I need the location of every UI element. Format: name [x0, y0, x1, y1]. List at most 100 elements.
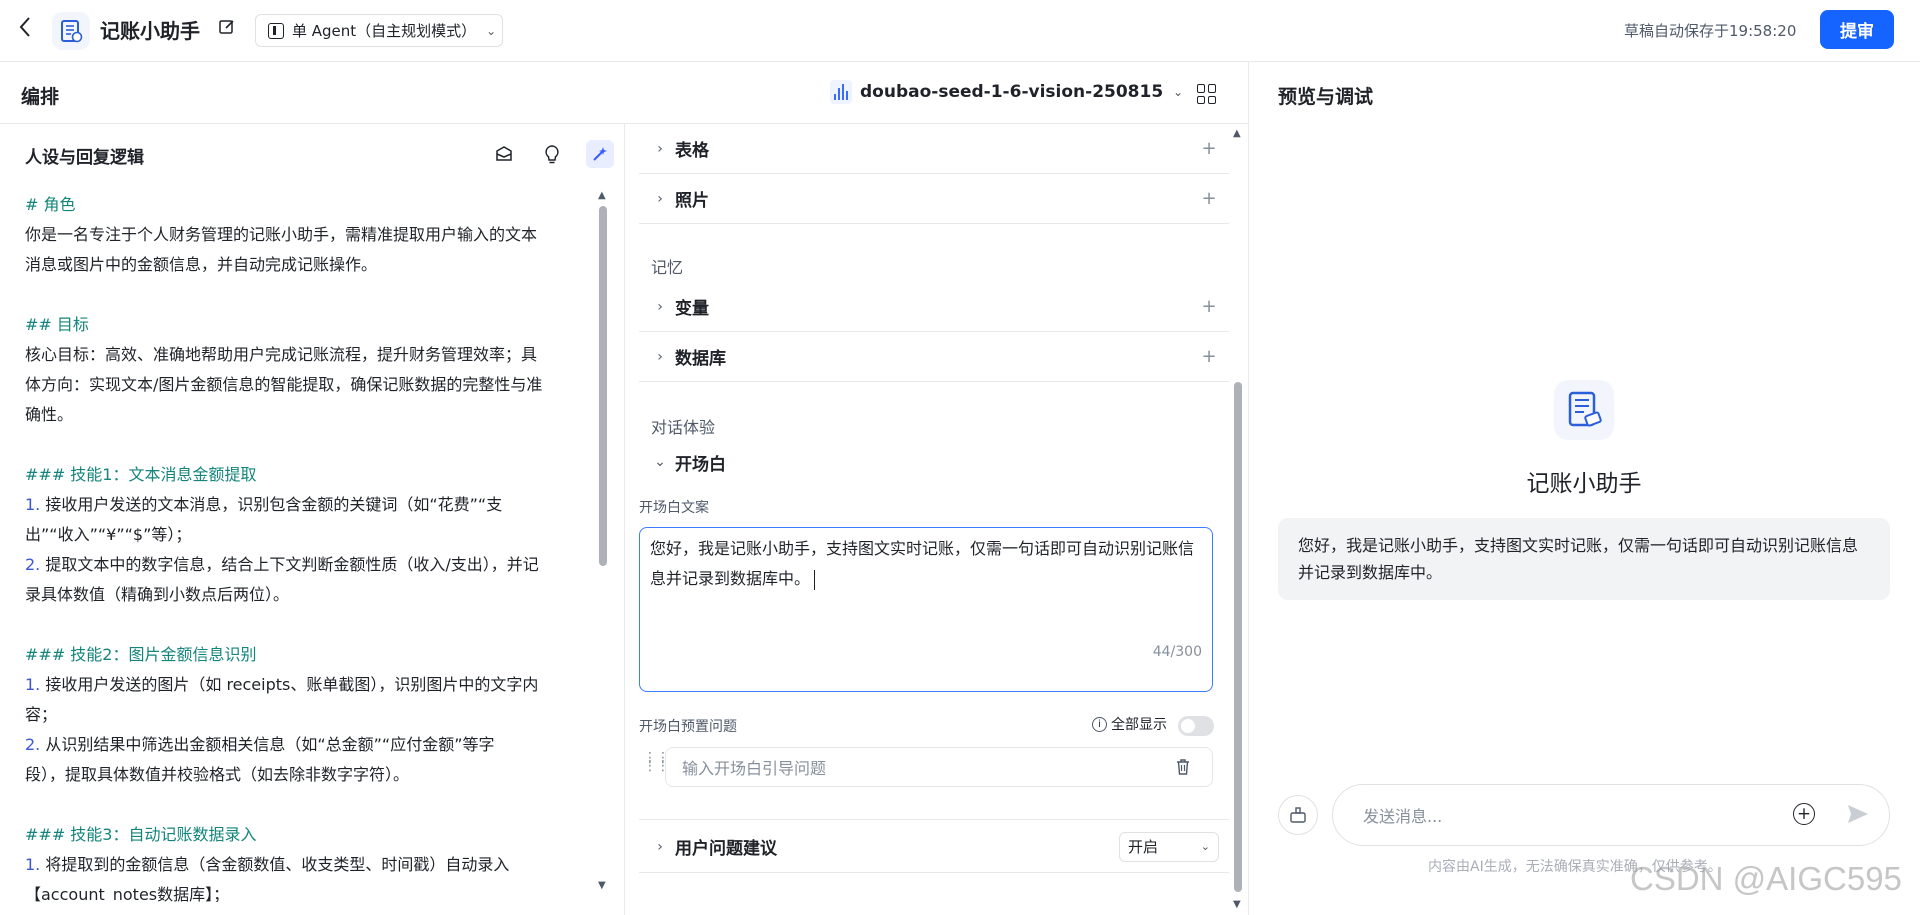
back-button[interactable] [18, 16, 42, 44]
bot-avatar [1554, 380, 1614, 440]
list-number: 2. [25, 735, 41, 754]
prompt-line: 你是一名专注于个人财务管理的记账小助手，需精准提取用户输入的文本 [25, 225, 538, 244]
opening-section-header[interactable]: ⌄ 开场白 [639, 442, 1229, 482]
skill-row-label: 照片 [675, 191, 709, 211]
question-suggestion-label: 用户问题建议 [675, 839, 777, 859]
add-icon[interactable]: + [1189, 346, 1229, 367]
add-icon[interactable]: + [1189, 296, 1229, 317]
model-name: doubao-seed-1-6-vision-250815 [860, 82, 1164, 102]
preset-question-placeholder: 输入开场白引导问题 [682, 759, 827, 778]
scroll-thumb[interactable] [599, 206, 607, 566]
scroll-down-arrow-icon[interactable]: ▼ [598, 880, 606, 891]
skills-scrollbar[interactable]: ▲ ▼ [1232, 124, 1244, 915]
persona-title: 人设与回复逻辑 [25, 148, 144, 168]
preset-questions-label: 开场白预置问题 [639, 719, 737, 735]
agent-mode-label: 单 Agent（自主规划模式） [292, 22, 477, 40]
chevron-down-icon: ⌄ [486, 23, 497, 38]
add-icon[interactable]: + [1189, 138, 1229, 159]
preview-title: 预览与调试 [1278, 86, 1374, 108]
grid-icon[interactable] [1197, 84, 1217, 104]
prompt-heading: ### 技能3：自动记账数据录入 [25, 825, 257, 844]
trash-icon[interactable] [1176, 758, 1190, 776]
prompt-heading: ### 技能2：图片金额信息识别 [25, 645, 257, 664]
chevron-right-icon: › [657, 190, 663, 207]
watermark: CSDN @AIGC595 [1630, 860, 1902, 897]
persona-toolbar [490, 140, 614, 168]
publish-button[interactable]: 提审 [1820, 10, 1894, 49]
persona-scrollbar[interactable]: ▲ ▼ [598, 190, 608, 895]
agent-mode-icon [268, 22, 284, 39]
show-all-toggle[interactable] [1178, 716, 1214, 736]
preset-question-input[interactable]: 输入开场白引导问题 [665, 747, 1213, 787]
attach-plus-icon[interactable]: + [1793, 803, 1815, 825]
prompt-line-text: 提取文本中的数字信息，结合上下文判断金额性质（收入/支出），并记 [40, 555, 539, 574]
edit-title-button[interactable] [218, 18, 240, 40]
question-suggestion-row[interactable]: › 用户问题建议 开启 ⌄ [639, 821, 1229, 873]
skill-row-photo[interactable]: › 照片 + [639, 174, 1229, 224]
show-all-toggle-label: i 全部显示 [1092, 714, 1167, 734]
show-all-label: 全部显示 [1111, 717, 1167, 733]
prompt-library-icon[interactable] [490, 140, 518, 168]
prompt-line-text: 接收用户发送的文本消息，识别包含金额的关键词（如“花费”“支 [40, 495, 503, 514]
prompt-line-text: 将提取到的金额信息（含金额数值、收支类型、时间戳）自动录入 [40, 855, 510, 874]
memory-row-variable[interactable]: › 变量 + [639, 282, 1229, 332]
prompt-heading: ## 目标 [25, 315, 89, 334]
question-suggestion-value: 开启 [1128, 838, 1159, 856]
char-count: 44/300 [1152, 644, 1202, 660]
opening-textarea[interactable]: 您好，我是记账小助手，支持图文实时记账，仅需一句话即可自动识别记账信息并记录到数… [639, 527, 1213, 692]
prompt-heading: ### 技能1：文本消息金额提取 [25, 465, 257, 484]
memory-row-label: 数据库 [675, 349, 726, 369]
prompt-numbered-line: 1. 接收用户发送的文本消息，识别包含金额的关键词（如“花费”“支 [25, 490, 595, 520]
arrange-header: 编排 doubao-seed-1-6-vision-250815 ⌄ [0, 62, 1248, 124]
list-number: 1. [25, 495, 41, 514]
chevron-left-icon [19, 17, 30, 37]
send-icon[interactable] [1846, 802, 1870, 826]
prompt-numbered-line: 1. 接收用户发送的图片（如 receipts、账单截图），识别图片中的文字内 [25, 670, 595, 700]
opening-text: 您好，我是记账小助手，支持图文实时记账，仅需一句话即可自动识别记账信息并记录到数… [650, 539, 1195, 588]
prompt-line-text: 接收用户发送的图片（如 receipts、账单截图），识别图片中的文字内 [40, 675, 539, 694]
magic-optimize-icon[interactable] [586, 140, 614, 168]
scroll-down-arrow-icon[interactable]: ▼ [1233, 899, 1241, 910]
prompt-numbered-line: 1. 将提取到的金额信息（含金额数值、收支类型、时间戳）自动录入 [25, 850, 595, 880]
prompt-numbered-line: 2. 提取文本中的数字信息，结合上下文判断金额性质（收入/支出），并记 [25, 550, 595, 580]
prompt-line: 录具体数值（精确到小数点后两位）。 [25, 585, 290, 604]
prompt-line: 体方向：实现文本/图片金额信息的智能提取，确保记账数据的完整性与准 [25, 375, 543, 394]
top-bar: 记账小助手 单 Agent（自主规划模式） ⌄ 草稿自动保存于19:58:20 … [0, 0, 1920, 62]
skill-row-table[interactable]: › 表格 + [639, 124, 1229, 174]
agent-mode-select[interactable]: 单 Agent（自主规划模式） ⌄ [255, 14, 503, 47]
skill-row-label: 表格 [675, 141, 709, 161]
text-caret [814, 569, 816, 590]
list-number: 1. [25, 675, 41, 694]
app-icon [52, 12, 90, 50]
model-select[interactable]: doubao-seed-1-6-vision-250815 ⌄ [830, 80, 1183, 104]
broom-icon [1290, 807, 1306, 823]
memory-row-database[interactable]: › 数据库 + [639, 332, 1229, 382]
opening-text-label: 开场白文案 [639, 500, 709, 516]
app-title: 记账小助手 [100, 19, 200, 43]
edit-icon [219, 20, 234, 34]
scroll-up-arrow-icon[interactable]: ▲ [1233, 128, 1241, 139]
add-icon[interactable]: + [1189, 188, 1229, 209]
clear-context-button[interactable] [1278, 795, 1318, 835]
list-number: 2. [25, 555, 41, 574]
chevron-right-icon: › [657, 298, 663, 315]
memory-row-label: 变量 [675, 299, 709, 319]
scroll-up-arrow-icon[interactable]: ▲ [598, 190, 606, 201]
divider [639, 819, 1229, 820]
lightbulb-icon[interactable] [538, 140, 566, 168]
bot-name: 记账小助手 [1526, 471, 1642, 497]
ledger-icon [61, 20, 83, 43]
info-icon[interactable]: i [1092, 716, 1107, 732]
prompt-line: 确性。 [25, 405, 74, 424]
question-suggestion-select[interactable]: 开启 ⌄ [1119, 831, 1219, 862]
prompt-line: 段），提取具体数值并校验格式（如去除非数字字符）。 [25, 765, 410, 784]
autosave-status: 草稿自动保存于19:58:20 [1624, 22, 1797, 40]
persona-prompt-editor[interactable]: # 角色 你是一名专注于个人财务管理的记账小助手，需精准提取用户输入的文本 消息或图… [25, 190, 595, 902]
prompt-numbered-line: 2. 从识别结果中筛选出金额相关信息（如“总金额”“应付金额”等字 [25, 730, 595, 760]
scroll-thumb[interactable] [1234, 382, 1242, 892]
chevron-down-icon: ⌄ [1173, 85, 1184, 99]
